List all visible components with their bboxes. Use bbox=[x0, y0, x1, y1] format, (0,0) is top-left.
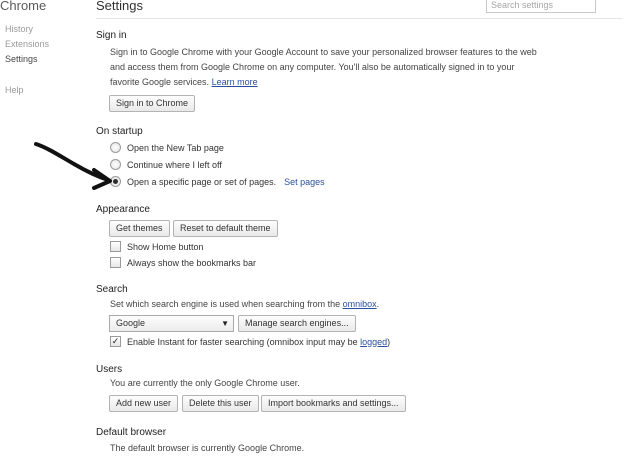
appearance-section-title: Appearance bbox=[96, 204, 150, 215]
instant-checkbox[interactable]: ✓ bbox=[110, 336, 121, 347]
default-browser-description: The default browser is currently Google … bbox=[110, 443, 305, 453]
learn-more-link[interactable]: Learn more bbox=[212, 77, 258, 87]
startup-option-new-tab[interactable]: Open the New Tab page bbox=[110, 141, 224, 154]
search-settings-input[interactable] bbox=[486, 0, 596, 13]
sidebar-item-settings[interactable]: Settings bbox=[5, 54, 38, 64]
show-home-row[interactable]: Show Home button bbox=[110, 240, 204, 253]
default-browser-section-title: Default browser bbox=[96, 427, 167, 438]
signin-section-title: Sign in bbox=[96, 30, 127, 41]
users-description: You are currently the only Google Chrome… bbox=[110, 378, 300, 388]
add-new-user-button[interactable]: Add new user bbox=[109, 395, 179, 412]
bookmarks-bar-label: Always show the bookmarks bar bbox=[127, 257, 257, 268]
header-divider bbox=[96, 18, 622, 19]
startup-option-label: Open a specific page or set of pages. bbox=[127, 176, 277, 187]
instant-row[interactable]: ✓ Enable Instant for faster searching (o… bbox=[110, 335, 390, 348]
delete-this-user-button[interactable]: Delete this user bbox=[182, 395, 259, 412]
search-description: Set which search engine is used when sea… bbox=[110, 297, 550, 312]
bookmarks-bar-row[interactable]: Always show the bookmarks bar bbox=[110, 256, 256, 269]
instant-label-suffix: ) bbox=[387, 336, 391, 347]
bookmarks-bar-checkbox[interactable] bbox=[110, 257, 121, 268]
annotation-arrow-icon bbox=[34, 142, 112, 190]
instant-label-prefix: Enable Instant for faster searching (omn… bbox=[127, 336, 361, 347]
signin-description: Sign in to Google Chrome with your Googl… bbox=[110, 45, 550, 90]
search-engine-select[interactable]: Google ▼ bbox=[109, 315, 234, 332]
reset-theme-button[interactable]: Reset to default theme bbox=[173, 220, 278, 237]
startup-option-label: Continue where I left off bbox=[127, 159, 222, 170]
signin-desc-line2: and access them from Google Chrome on an… bbox=[110, 62, 515, 72]
sidebar: Chrome History Extensions Settings Help bbox=[0, 0, 82, 470]
dropdown-arrow-icon: ▼ bbox=[221, 319, 229, 328]
manage-search-engines-button[interactable]: Manage search engines... bbox=[238, 315, 356, 332]
sign-in-to-chrome-button[interactable]: Sign in to Chrome bbox=[109, 95, 196, 112]
instant-label: Enable Instant for faster searching (omn… bbox=[127, 337, 390, 347]
startup-option-label: Open the New Tab page bbox=[127, 142, 224, 153]
users-section-title: Users bbox=[96, 364, 123, 375]
signin-desc-line1: Sign in to Google Chrome with your Googl… bbox=[110, 47, 537, 57]
set-pages-link[interactable]: Set pages bbox=[284, 177, 325, 187]
search-engine-value: Google bbox=[116, 318, 146, 328]
show-home-label: Show Home button bbox=[127, 241, 204, 252]
get-themes-button[interactable]: Get themes bbox=[109, 220, 170, 237]
import-bookmarks-button[interactable]: Import bookmarks and settings... bbox=[261, 395, 406, 412]
omnibox-link[interactable]: omnibox bbox=[343, 299, 377, 309]
signin-desc-line3-row: favorite Google services. Learn more bbox=[110, 75, 550, 90]
search-desc-prefix: Set which search engine is used when sea… bbox=[110, 299, 343, 309]
show-home-checkbox[interactable] bbox=[110, 241, 121, 252]
startup-option-specific-pages[interactable]: Open a specific page or set of pages. Se… bbox=[110, 175, 325, 188]
page-title: Settings bbox=[96, 0, 143, 13]
startup-option-continue[interactable]: Continue where I left off bbox=[110, 158, 222, 171]
chrome-brand-title: Chrome bbox=[0, 0, 47, 13]
signin-desc-line3: favorite Google services. bbox=[110, 77, 210, 87]
sidebar-item-extensions[interactable]: Extensions bbox=[5, 39, 49, 49]
search-section-title: Search bbox=[96, 284, 128, 295]
sidebar-item-history[interactable]: History bbox=[5, 24, 33, 34]
logged-link[interactable]: logged bbox=[360, 337, 387, 347]
search-desc-suffix: . bbox=[376, 299, 380, 309]
startup-section-title: On startup bbox=[96, 126, 143, 137]
sidebar-item-help[interactable]: Help bbox=[5, 85, 24, 95]
